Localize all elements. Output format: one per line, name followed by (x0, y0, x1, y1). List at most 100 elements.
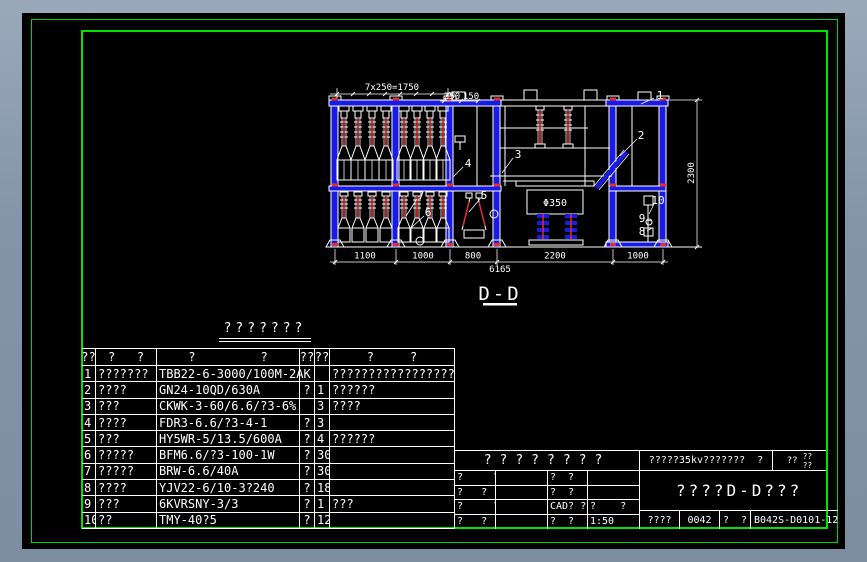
signature-grid: ? ? ? ? ? ? ? ? ? ? CAD? ? ? ? ? ? ? ? 1… (455, 471, 640, 529)
scale-value: 1:50 (588, 514, 640, 529)
sig-value (496, 514, 548, 529)
cell-name: ???? (96, 414, 157, 432)
cell-qty: 12 (315, 512, 330, 529)
sheet-fraction-bottom: ?? (802, 460, 813, 470)
cell-qty: 3 (315, 398, 330, 415)
cell-unit: ? (300, 463, 315, 481)
device-table-title-text: ??????? (223, 321, 307, 336)
cell-notes (330, 414, 455, 432)
cell-model: CKWK-3-60/6.6/?3-6% (157, 398, 300, 415)
cell-unit: ? (300, 496, 315, 513)
cell-unit: ? (300, 382, 315, 399)
cell-no: 7 (82, 463, 96, 481)
footer-label: ???? (640, 511, 680, 529)
sig-label: ? ? (548, 485, 588, 500)
cell-no: 1 (82, 366, 96, 383)
cell-model: GN24-10QD/630A (157, 382, 300, 399)
col-header-notes: ? ? (330, 349, 455, 366)
sig-label: ? ? (455, 471, 496, 486)
sig-value (496, 500, 548, 515)
sig-value: ? ? (588, 500, 640, 515)
sheet-label: ?? (786, 455, 798, 466)
cell-name: ?? (96, 512, 157, 529)
cell-qty: 30 (315, 447, 330, 464)
cell-no: 6 (82, 447, 96, 464)
project-name: ?????35kv??????? ? (640, 451, 773, 471)
stamp-cell: ???????? (455, 451, 640, 471)
cell-notes (330, 447, 455, 464)
sheet-fraction-top: ?? (802, 451, 813, 461)
cell-model: TBB22-6-3000/100M-2AK (157, 366, 311, 383)
sig-value (588, 485, 640, 500)
col-header-qty: ?? (315, 349, 330, 366)
sig-label: ? ? (548, 471, 588, 486)
drawing-number: B042S-D0101-12 (754, 514, 839, 526)
cell-name: ??? (96, 431, 157, 448)
col-header-no: ?? (82, 349, 96, 366)
cell-qty: 18 (315, 480, 330, 497)
cell-qty: 3 (315, 414, 330, 432)
cell-model: FDR3-6.6/?3-4-1 (157, 414, 300, 432)
title-right-block: ????D-D??? ???? 0042 ? ? B042S-D0101-12 (640, 471, 839, 529)
cell-name: ????? (96, 463, 157, 481)
cell-notes: ????????????????? (330, 366, 455, 383)
cell-name: ??? (96, 496, 157, 513)
cell-qty (315, 366, 330, 383)
sig-value (496, 471, 548, 486)
device-table: ?? ? ? ? ? ?? ?? ? ? 1 ??????? TBB22-6-3… (82, 348, 455, 529)
cell-model: TMY-40?5 (157, 512, 300, 529)
cell-unit: ? (300, 447, 315, 464)
cell-model: BRW-6.6/40A (157, 463, 300, 481)
sig-value (588, 471, 640, 486)
sig-label: ? ? (455, 485, 496, 500)
sheet-fraction: ?? ?? (803, 452, 813, 470)
cell-notes (330, 512, 455, 529)
cell-unit (300, 398, 315, 415)
sig-label: ? ? (455, 500, 496, 515)
cell-qty: 1 (315, 496, 330, 513)
device-table-title: ??????? (210, 322, 320, 342)
cell-notes: ??? (330, 496, 455, 513)
cell-qty: 30 (315, 463, 330, 481)
sig-value (496, 485, 548, 500)
title-underline (219, 338, 311, 339)
col-header-name: ? ? (96, 349, 157, 366)
sheet-cell: ?? ?? ?? (773, 451, 826, 471)
sig-label-cad: CAD? ? (548, 500, 588, 515)
title-block: ???????? ?????35kv??????? ? ?? ?? ?? ? ?… (455, 450, 839, 529)
footer-code: 0042 (680, 511, 720, 529)
cell-notes: ???? (330, 398, 455, 415)
cell-no: 10 (82, 512, 96, 529)
cell-name: ??? (96, 398, 157, 415)
cell-no: 2 (82, 382, 96, 399)
col-header-unit: ?? (300, 349, 315, 366)
cell-unit: ? (300, 414, 315, 432)
cell-name: ????? (96, 447, 157, 464)
title-underline-2 (219, 341, 311, 342)
sig-label: ? ? (548, 514, 588, 529)
cell-notes: ?????? (330, 431, 455, 448)
cell-qty: 4 (315, 431, 330, 448)
cell-name: ???? (96, 480, 157, 497)
cell-name: ??????? (96, 366, 157, 383)
cell-qty: 1 (315, 382, 330, 399)
drawing-title: ????D-D??? (640, 471, 839, 511)
cell-no: 9 (82, 496, 96, 513)
cell-unit: ? (300, 512, 315, 529)
footer-label-2: ? ? (720, 511, 751, 529)
cell-model: HY5WR-5/13.5/600A (157, 431, 300, 448)
cell-model: YJV22-6/10-3?240 (157, 480, 300, 497)
cell-model: 6KVRSNY-3/3 (157, 496, 300, 513)
cell-no: 3 (82, 398, 96, 415)
cell-name: ???? (96, 382, 157, 399)
title-footer: ???? 0042 ? ? B042S-D0101-12 (640, 511, 838, 529)
cell-unit: ? (300, 431, 315, 448)
sig-label: ? ? (455, 514, 496, 529)
cell-notes: ?????? (330, 382, 455, 399)
cell-notes (330, 480, 455, 497)
col-header-model: ? ? (157, 349, 300, 366)
cell-no: 5 (82, 431, 96, 448)
cell-unit: ? (300, 480, 315, 497)
cell-model: BFM6.6/?3-100-1W (157, 447, 300, 464)
cell-notes (330, 463, 455, 481)
